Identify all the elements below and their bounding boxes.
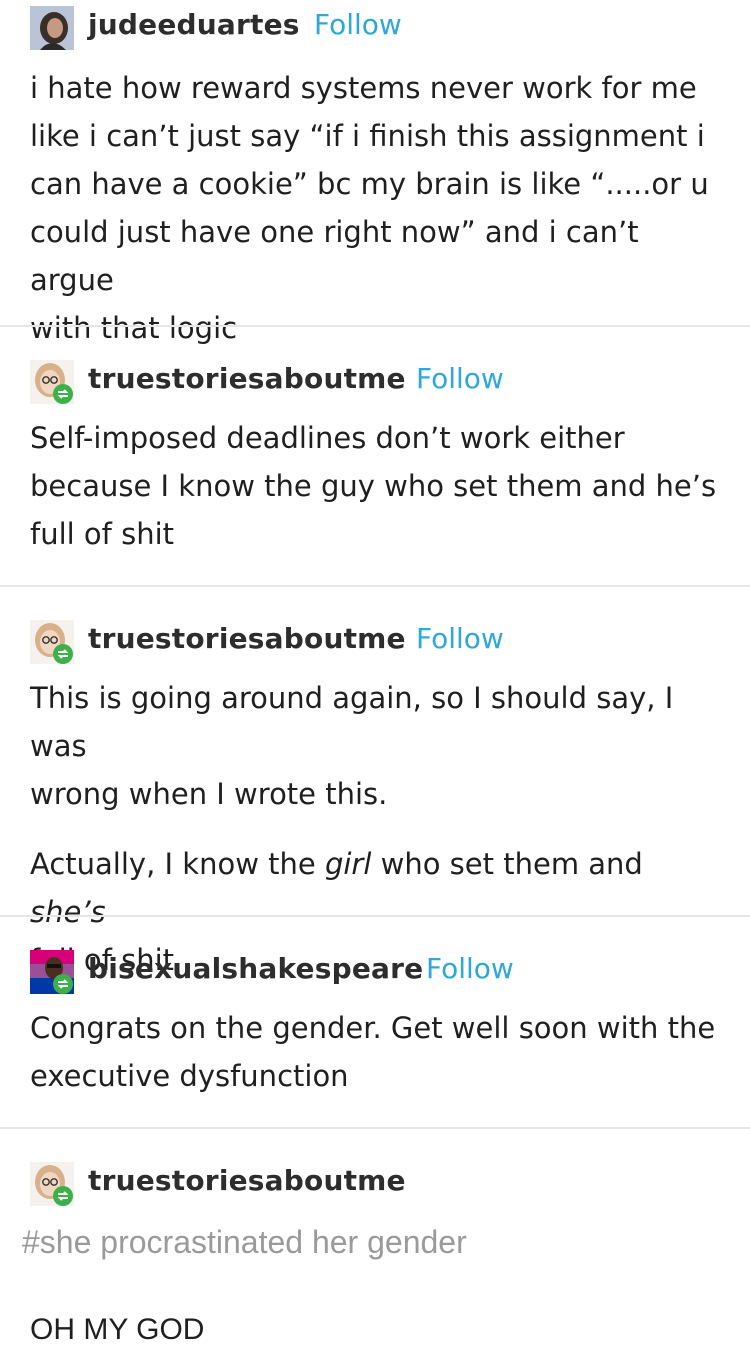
body-line: This is going around again, so I should …	[30, 681, 674, 763]
follow-button[interactable]: Follow	[426, 952, 514, 985]
post-header: bisexualshakespeare Follow	[30, 946, 720, 996]
post-reblog: bisexualshakespeare Follow Congrats on t…	[0, 946, 750, 1100]
post-body: This is going around again, so I should …	[30, 674, 720, 984]
username[interactable]: bisexualshakespeare	[88, 952, 423, 985]
post-header: truestoriesaboutme Follow	[30, 616, 720, 666]
avatar[interactable]	[30, 1162, 74, 1206]
avatar[interactable]	[30, 620, 74, 664]
follow-button[interactable]: Follow	[416, 362, 504, 395]
post-judeeduartes: judeeduartes Follow i hate how reward sy…	[0, 2, 750, 352]
divider	[0, 915, 750, 917]
username[interactable]: truestoriesaboutme	[88, 1164, 406, 1197]
username[interactable]: truestoriesaboutme	[88, 622, 406, 655]
username[interactable]: truestoriesaboutme	[88, 362, 406, 395]
post-header: truestoriesaboutme Follow	[30, 356, 720, 406]
body-line: can have a cookie” bc my brain is like “…	[30, 167, 709, 201]
body-line: Congrats on the gender. Get well soon wi…	[30, 1011, 716, 1045]
post-reblog: truestoriesaboutme Follow This is going …	[0, 616, 750, 984]
body-line: like i can’t just say “if i finish this …	[30, 119, 705, 153]
post-text: OH MY GOD	[30, 1313, 720, 1347]
avatar[interactable]	[30, 360, 74, 404]
body-line: with that logic	[30, 311, 238, 345]
body-line: full of shit	[30, 517, 175, 551]
body-line: executive dysfunction	[30, 1059, 349, 1093]
text-segment: who set them and	[371, 847, 643, 881]
post-body: Self-imposed deadlines don’t work either…	[30, 414, 720, 558]
divider	[0, 1127, 750, 1129]
post-tag[interactable]: #she procrastinated her gender	[22, 1224, 720, 1261]
body-line: because I know the guy who set them and …	[30, 469, 717, 503]
follow-button[interactable]: Follow	[314, 8, 402, 41]
body-line: OH MY GOD	[30, 1313, 205, 1346]
divider	[0, 585, 750, 587]
body-line: i hate how reward systems never work for…	[30, 71, 697, 105]
body-line: Actually, I know the girl who set them a…	[30, 840, 720, 936]
emphasis-girl: girl	[324, 847, 372, 881]
post-body: i hate how reward systems never work for…	[30, 64, 720, 352]
post-reblog: truestoriesaboutme #she procrastinated h…	[0, 1158, 750, 1347]
text-segment: Actually, I know the	[30, 847, 325, 881]
avatar[interactable]	[30, 950, 74, 994]
username[interactable]: judeeduartes	[88, 8, 300, 41]
post-header: truestoriesaboutme	[30, 1158, 720, 1208]
follow-button[interactable]: Follow	[416, 622, 504, 655]
post-body: #she procrastinated her gender	[22, 1224, 720, 1261]
divider	[0, 325, 750, 327]
avatar[interactable]	[30, 6, 74, 50]
body-line: Self-imposed deadlines don’t work either	[30, 421, 625, 455]
emphasis-shes: she’s	[30, 895, 106, 929]
body-line: could just have one right now” and i can…	[30, 215, 639, 297]
post-reblog: truestoriesaboutme Follow Self-imposed d…	[0, 356, 750, 558]
post-body: Congrats on the gender. Get well soon wi…	[30, 1004, 720, 1100]
body-line: wrong when I wrote this.	[30, 777, 388, 811]
post-header: judeeduartes Follow	[30, 2, 720, 52]
